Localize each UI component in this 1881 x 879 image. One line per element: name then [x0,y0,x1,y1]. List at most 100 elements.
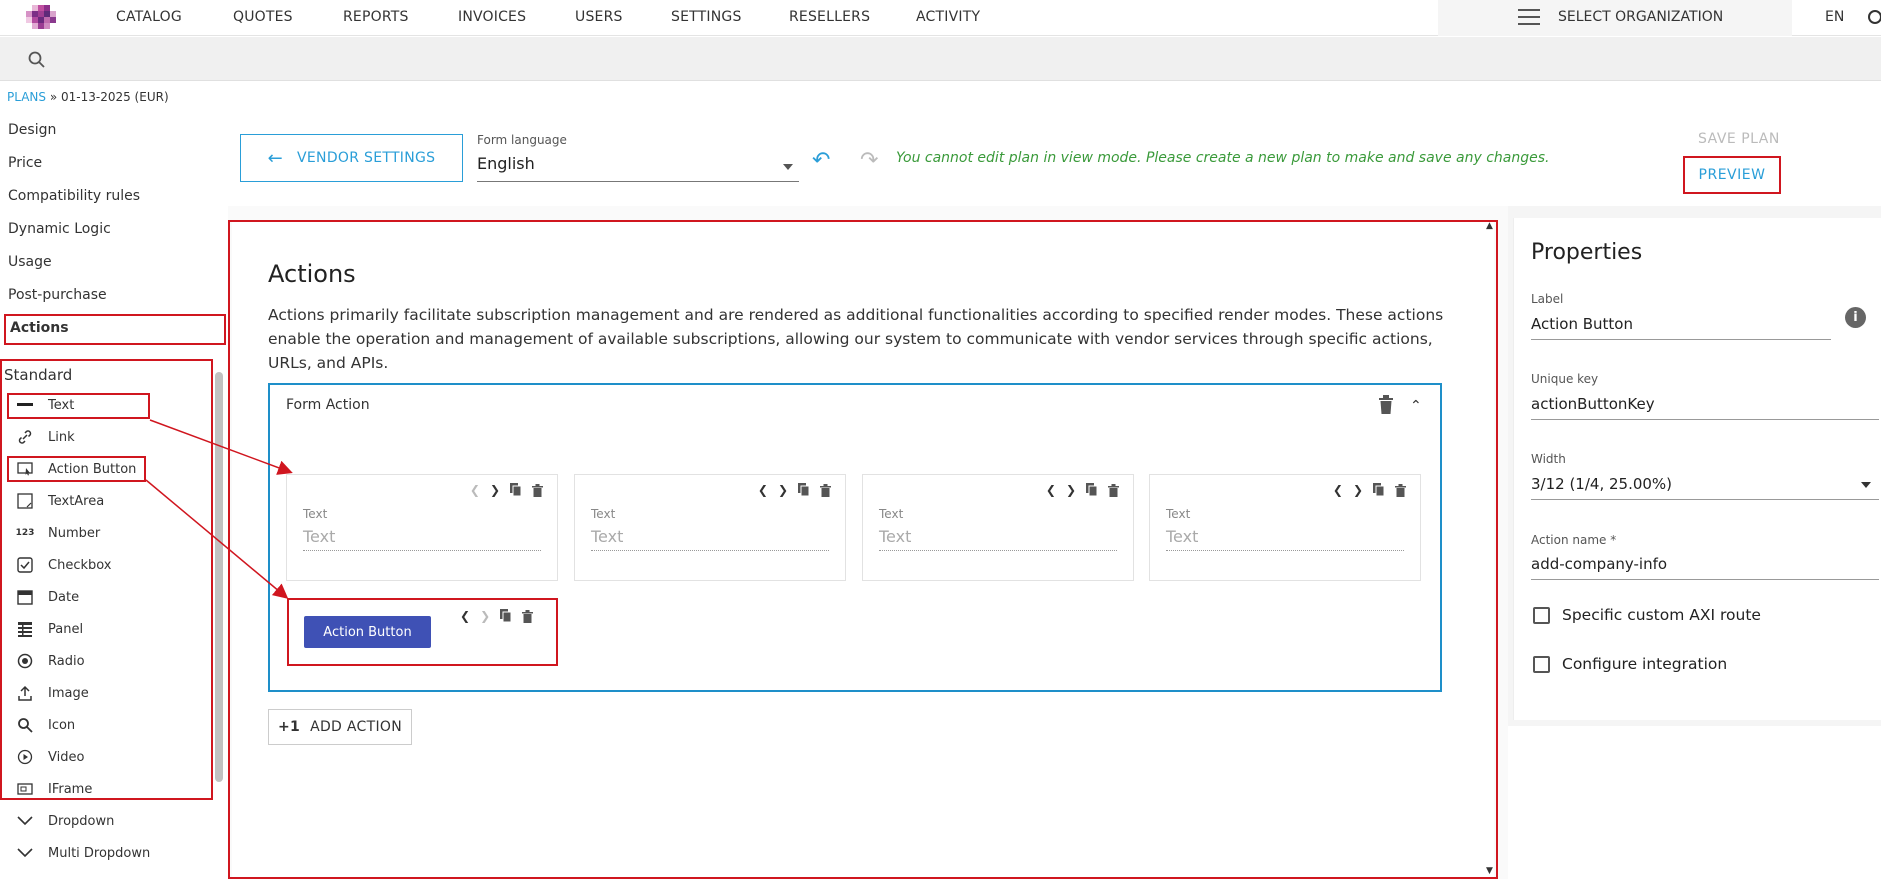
action-button-tools: ❮ ❯ [460,609,534,623]
sidebar-item-design[interactable]: Design [8,122,56,138]
language-switch[interactable]: EN [1825,9,1844,25]
chevron-down-icon [16,813,34,829]
move-right-icon[interactable]: ❯ [490,483,500,497]
sidebar-item-compatibility-rules[interactable]: Compatibility rules [8,188,140,204]
field-card[interactable]: ❮ ❯ Text Text [862,474,1134,581]
sidebar-item-usage[interactable]: Usage [8,254,52,270]
action-name-field[interactable]: add-company-info [1531,555,1879,580]
field-card[interactable]: ❮ ❯ Text Text [1149,474,1421,581]
copy-icon[interactable] [1373,483,1385,497]
field-card[interactable]: ❮ ❯ Text Text [574,474,846,581]
unique-key-label: Unique key [1531,372,1599,386]
nav-users[interactable]: USERS [575,9,623,25]
copy-icon[interactable] [1086,483,1098,497]
redo-icon[interactable]: ↷ [860,148,878,173]
width-select[interactable]: 3/12 (1/4, 25.00%) [1531,475,1879,500]
move-left-icon[interactable]: ❮ [1046,483,1056,497]
vendor-settings-label: VENDOR SETTINGS [297,150,436,166]
palette-item-dropdown[interactable]: Dropdown [16,811,114,831]
calendar-icon [16,589,34,605]
trash-icon[interactable] [1378,395,1394,415]
account-icon[interactable] [1868,10,1881,24]
chevron-up-icon[interactable]: ⌃ [1410,398,1422,414]
search-icon[interactable] [28,51,46,69]
field-card[interactable]: ❮ ❯ Text Text [286,474,558,581]
text-input[interactable]: Text [1166,527,1404,551]
nav-invoices[interactable]: INVOICES [458,9,526,25]
chevron-down-icon [16,845,34,861]
trash-icon[interactable] [820,483,831,497]
nav-resellers[interactable]: RESELLERS [789,9,870,25]
sidebar-item-post-purchase[interactable]: Post-purchase [8,287,107,303]
trash-icon[interactable] [1395,483,1406,497]
breadcrumb: PLANS » 01-13-2025 (EUR) [7,90,169,104]
palette-item-checkbox[interactable]: Checkbox [16,555,112,575]
nav-catalog[interactable]: CATALOG [116,9,182,25]
move-right-icon[interactable]: ❯ [1353,483,1363,497]
label-field[interactable]: Action Button [1531,315,1831,340]
palette-item-iframe[interactable]: IFrame [16,779,92,799]
field-label: Text [879,507,904,521]
trash-icon[interactable] [522,609,534,623]
trash-icon[interactable] [1108,483,1119,497]
palette-scrollbar[interactable] [215,372,223,782]
palette-item-number[interactable]: 123 Number [16,523,101,543]
copy-icon[interactable] [500,609,512,623]
page-description: Actions primarily facilitate subscriptio… [268,306,1444,372]
nav-quotes[interactable]: QUOTES [233,9,293,25]
configure-integration-checkbox[interactable] [1533,656,1550,673]
palette-item-multi-dropdown[interactable]: Multi Dropdown [16,843,150,863]
logo[interactable] [22,3,68,33]
scroll-down-icon[interactable]: ▼ [1486,866,1493,876]
select-organization[interactable]: SELECT ORGANIZATION [1438,0,1792,36]
undo-icon[interactable]: ↶ [812,148,830,173]
copy-icon[interactable] [798,483,810,497]
add-action-label: ADD ACTION [310,719,402,735]
info-icon[interactable]: i [1845,307,1866,328]
palette-item-label: TextArea [48,493,105,509]
trash-icon[interactable] [532,483,543,497]
form-language-select[interactable]: English [477,154,799,182]
radio-icon [16,653,34,669]
move-right-icon[interactable]: ❯ [778,483,788,497]
vendor-settings-button[interactable]: ← VENDOR SETTINGS [240,134,463,182]
palette-item-panel[interactable]: Panel [16,619,83,639]
breadcrumb-plans[interactable]: PLANS [7,90,46,104]
palette-item-link[interactable]: Link [16,427,75,447]
text-input[interactable]: Text [879,527,1117,551]
palette-item-video[interactable]: Video [16,747,84,767]
move-left-icon[interactable]: ❮ [470,483,480,497]
scroll-up-icon[interactable]: ▲ [1486,221,1493,231]
unique-key-field[interactable]: actionButtonKey [1531,395,1879,420]
palette-item-textarea[interactable]: TextArea [16,491,104,511]
move-right-icon[interactable]: ❯ [1066,483,1076,497]
copy-icon[interactable] [510,483,522,497]
move-right-icon[interactable]: ❯ [480,609,490,623]
nav-activity[interactable]: ACTIVITY [916,9,980,25]
move-left-icon[interactable]: ❮ [1333,483,1343,497]
move-left-icon[interactable]: ❮ [460,609,470,623]
text-input[interactable]: Text [591,527,829,551]
palette-item-label: Radio [48,653,85,669]
action-name-label: Action name * [1531,533,1617,547]
move-left-icon[interactable]: ❮ [758,483,768,497]
sidebar-item-price[interactable]: Price [8,155,42,171]
palette-item-radio[interactable]: Radio [16,651,85,671]
action-button[interactable]: Action Button [304,616,431,648]
textarea-icon [16,493,34,509]
palette-item-date[interactable]: Date [16,587,79,607]
menu-icon [1518,9,1540,27]
iframe-icon [16,781,34,797]
save-plan-button[interactable]: SAVE PLAN [1698,131,1780,147]
add-action-button[interactable]: +1 ADD ACTION [268,709,412,745]
sidebar-item-dynamic-logic[interactable]: Dynamic Logic [8,221,111,237]
text-input[interactable]: Text [303,527,541,551]
palette-item-icon[interactable]: Icon [16,715,75,735]
palette-item-label: Multi Dropdown [48,845,151,861]
properties-title: Properties [1531,240,1643,265]
palette-item-image[interactable]: Image [16,683,89,703]
custom-axi-route-checkbox[interactable] [1533,607,1550,624]
nav-settings[interactable]: SETTINGS [671,9,742,25]
palette-item-label: Panel [48,621,84,637]
nav-reports[interactable]: REPORTS [343,9,409,25]
